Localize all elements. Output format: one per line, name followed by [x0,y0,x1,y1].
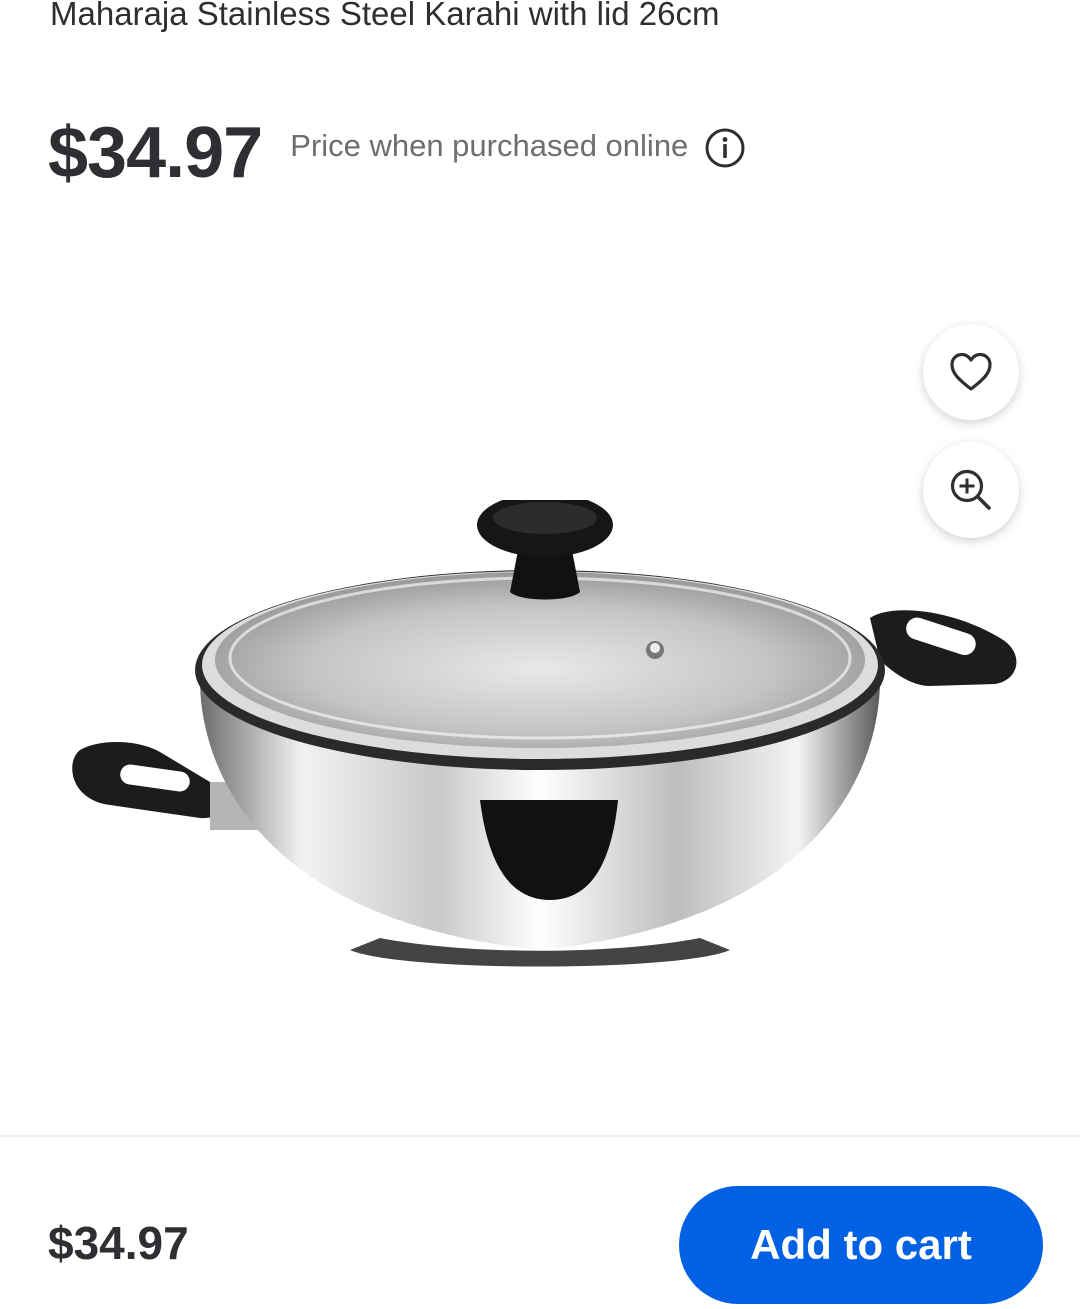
info-icon[interactable] [704,127,746,169]
footer-divider [0,1135,1080,1137]
favorite-button[interactable] [923,324,1019,420]
karahi-product-image [72,500,1017,967]
price-row: $34.97 Price when purchased online [48,112,746,194]
product-title: Maharaja Stainless Steel Karahi with lid… [50,0,720,32]
product-page: Maharaja Stainless Steel Karahi with lid… [0,0,1080,1309]
product-price: $34.97 [48,113,263,193]
heart-icon [950,352,992,391]
product-image-gallery[interactable] [0,240,1080,1120]
add-to-cart-button[interactable]: Add to cart [679,1186,1043,1304]
price-note: Price when purchased online [290,128,689,163]
footer-price: $34.97 [48,1217,189,1269]
